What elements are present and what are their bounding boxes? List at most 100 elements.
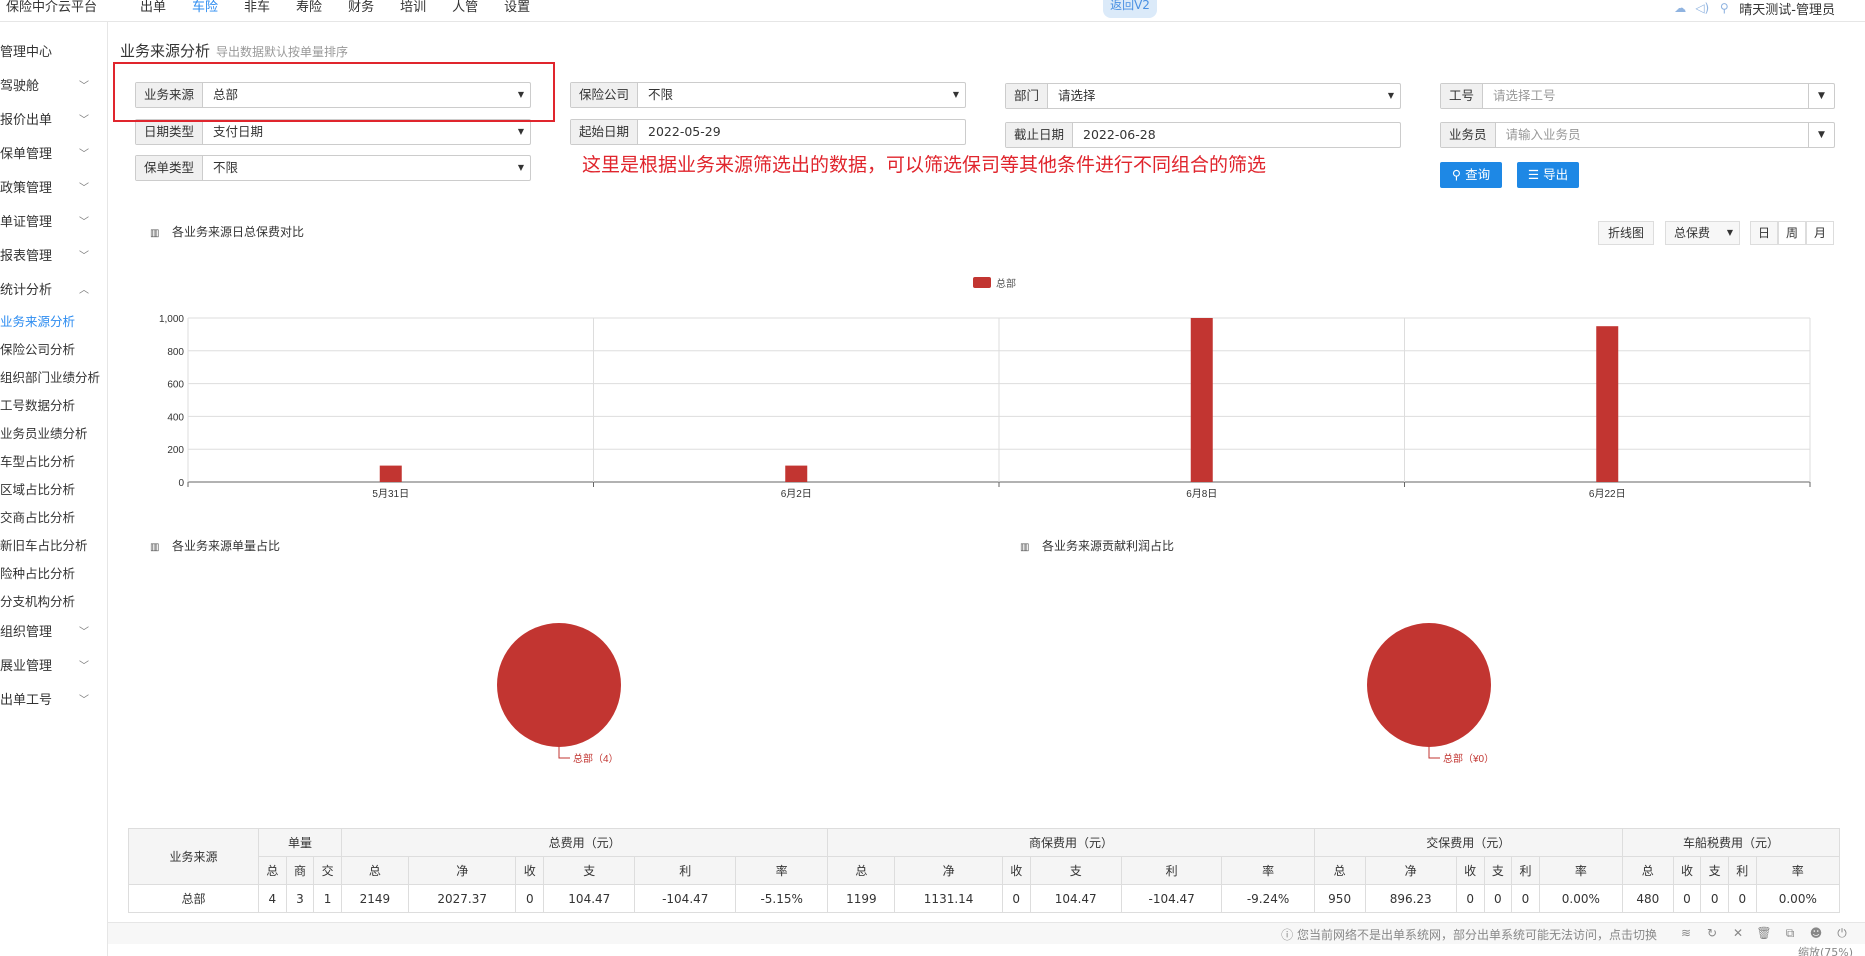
top-nav-item[interactable]: 培训 bbox=[400, 0, 426, 16]
status-icons: ≋ ↻ ✕ 🗑 ⧉ ☻ ⏻ bbox=[1673, 926, 1855, 941]
sidebar-item-label: 报表管理 bbox=[0, 249, 53, 264]
worknum-label: 工号 bbox=[1441, 84, 1484, 108]
bar-chart-icon: ▥ bbox=[150, 542, 160, 553]
sidebar-item-label: 统计分析 bbox=[0, 283, 53, 298]
period-week-button[interactable]: 周 bbox=[1778, 221, 1806, 245]
user-icon: ⚲ bbox=[1719, 1, 1729, 15]
insurer-select[interactable]: 保险公司 不限 ▼ bbox=[570, 82, 966, 108]
dept-label: 部门 bbox=[1006, 84, 1049, 108]
date-type-select[interactable]: 日期类型 支付日期 ▼ bbox=[135, 119, 531, 145]
copy-icon[interactable]: ⧉ bbox=[1777, 926, 1803, 941]
sidebar-item[interactable]: 报表管理 ﹀ bbox=[0, 240, 107, 274]
sidebar-subitem[interactable]: 保险公司分析 bbox=[0, 336, 107, 364]
speaker-icon[interactable]: ◁) bbox=[1691, 1, 1713, 15]
top-nav-item[interactable]: 出单 bbox=[140, 0, 166, 16]
trash-icon[interactable]: 🗑 bbox=[1751, 926, 1777, 941]
pie-slice[interactable] bbox=[1367, 623, 1491, 747]
sidebar-subitem[interactable]: 新旧车占比分析 bbox=[0, 532, 107, 560]
caret-down-icon: ▼ bbox=[517, 127, 524, 136]
y-tick-label: 600 bbox=[167, 380, 184, 391]
pie-slice[interactable] bbox=[497, 623, 621, 747]
bar[interactable] bbox=[379, 465, 402, 482]
date-type-value-wrap: 支付日期 ▼ bbox=[203, 120, 530, 144]
cloud-icon[interactable]: ☁ bbox=[1669, 1, 1691, 15]
bar[interactable] bbox=[785, 465, 808, 482]
power-icon[interactable]: ⏻ bbox=[1829, 926, 1855, 941]
brand-title: 保险中介云平台 bbox=[6, 0, 98, 15]
insurer-label: 保险公司 bbox=[571, 83, 639, 107]
top-nav-item[interactable]: 车险 bbox=[192, 0, 218, 16]
top-nav-item[interactable]: 寿险 bbox=[296, 0, 322, 16]
sidebar-item-label: 保单管理 bbox=[0, 147, 53, 162]
top-nav-item[interactable]: 人管 bbox=[452, 0, 478, 16]
refresh-icon[interactable]: ↻ bbox=[1699, 926, 1725, 941]
sidebar-item[interactable]: 驾驶舱 ﹀ bbox=[0, 70, 107, 104]
sidebar-subitem[interactable]: 区域占比分析 bbox=[0, 476, 107, 504]
sidebar-subitem[interactable]: 交商占比分析 bbox=[0, 504, 107, 532]
top-nav-item[interactable]: 设置 bbox=[504, 0, 530, 16]
network-message[interactable]: ⓘ 您当前网络不是出单系统网，部分出单系统可能无法访问，点击切换 bbox=[1281, 926, 1657, 943]
end-date-field[interactable]: 截止日期 2022-06-28 bbox=[1005, 122, 1401, 148]
chevron-down-icon: ﹀ bbox=[79, 183, 89, 194]
chevron-down-icon: ﹀ bbox=[79, 81, 89, 92]
table-cell: -5.15% bbox=[735, 884, 829, 913]
export-button[interactable]: ☰ 导出 bbox=[1517, 162, 1579, 188]
table-cell: 0.00% bbox=[1538, 884, 1623, 913]
dept-select[interactable]: 部门 请选择 ▼ bbox=[1005, 83, 1401, 109]
data-table: 业务来源 单量 总费用（元） 商保费用（元） 交保费用（元） 车船税费用（元）总商交总净收… bbox=[128, 828, 1841, 913]
close-icon[interactable]: ✕ bbox=[1725, 926, 1751, 941]
table-cell: 0.00% bbox=[1755, 884, 1841, 913]
salesman-field[interactable]: 业务员 请输入业务员 ▼ bbox=[1440, 122, 1835, 148]
start-date-field[interactable]: 起始日期 2022-05-29 bbox=[570, 119, 966, 145]
user-name[interactable]: 晴天测试-管理员 bbox=[1739, 0, 1835, 18]
back-v2-button[interactable]: 返回V2 bbox=[1103, 0, 1157, 18]
bar[interactable] bbox=[1190, 318, 1213, 482]
sidebar-subitem[interactable]: 工号数据分析 bbox=[0, 392, 107, 420]
sidebar-item-label: 组织管理 bbox=[0, 625, 53, 640]
period-day-button[interactable]: 日 bbox=[1750, 221, 1778, 245]
wifi-icon[interactable]: ≋ bbox=[1673, 926, 1699, 941]
table-cell: 3 bbox=[285, 884, 315, 913]
worknum-select[interactable]: 工号 请选择工号 ▼ bbox=[1440, 83, 1835, 109]
sidebar-item[interactable]: 出单工号 ﹀ bbox=[0, 684, 107, 718]
sidebar-subitem[interactable]: 业务来源分析 bbox=[0, 308, 107, 336]
table-subheader: 净 bbox=[1364, 856, 1457, 885]
table-cell: 104.47 bbox=[543, 884, 636, 913]
sidebar-item[interactable]: 统计分析 ︿ bbox=[0, 274, 107, 308]
sidebar-item[interactable]: 政策管理 ﹀ bbox=[0, 172, 107, 206]
caret-down-icon: ▼ bbox=[1726, 228, 1733, 237]
policy-type-select[interactable]: 保单类型 不限 ▼ bbox=[135, 155, 531, 181]
bar[interactable] bbox=[1596, 326, 1619, 482]
sidebar-item[interactable]: 管理中心 bbox=[0, 36, 107, 70]
sidebar-subitem[interactable]: 组织部门业绩分析 bbox=[0, 364, 107, 392]
daily-title-text: 各业务来源日总保费对比 bbox=[172, 225, 305, 239]
table-cell: 104.47 bbox=[1029, 884, 1122, 913]
top-nav-item[interactable]: 非车 bbox=[244, 0, 270, 16]
line-chart-toggle[interactable]: 折线图 bbox=[1598, 221, 1654, 245]
sidebar-item[interactable]: 报价出单 ﹀ bbox=[0, 104, 107, 138]
top-nav-item[interactable]: 财务 bbox=[348, 0, 374, 16]
sidebar-item[interactable]: 保单管理 ﹀ bbox=[0, 138, 107, 172]
sidebar-subitem[interactable]: 业务员业绩分析 bbox=[0, 420, 107, 448]
caret-down-icon[interactable]: ▼ bbox=[1808, 84, 1834, 108]
query-button[interactable]: ⚲ 查询 bbox=[1440, 162, 1502, 188]
sidebar-subitem[interactable]: 险种占比分析 bbox=[0, 560, 107, 588]
caret-down-icon: ▼ bbox=[952, 90, 959, 99]
sidebar-subitem[interactable]: 车型占比分析 bbox=[0, 448, 107, 476]
bar-chart-icon: ▥ bbox=[1020, 542, 1030, 553]
table-cell: 2149 bbox=[340, 884, 409, 913]
zoom-level[interactable]: 缩放(75%) bbox=[1798, 946, 1853, 956]
sidebar-item[interactable]: 组织管理 ﹀ bbox=[0, 616, 107, 650]
table-cell: 总部 bbox=[128, 884, 259, 913]
sidebar-item[interactable]: 展业管理 ﹀ bbox=[0, 650, 107, 684]
x-tick-label: 6月8日 bbox=[1186, 488, 1217, 500]
group-icon[interactable]: ☻ bbox=[1803, 926, 1829, 941]
sidebar-item[interactable]: 单证管理 ﹀ bbox=[0, 206, 107, 240]
insurer-value: 不限 bbox=[648, 87, 674, 102]
metric-select[interactable]: 总保费 ▼ bbox=[1665, 221, 1740, 245]
sidebar-subitem[interactable]: 分支机构分析 bbox=[0, 588, 107, 616]
table-subheader: 支 bbox=[1029, 856, 1122, 885]
profit-share-pie-chart: 总部（¥0） bbox=[1367, 623, 1494, 765]
period-month-button[interactable]: 月 bbox=[1806, 221, 1834, 245]
caret-down-icon[interactable]: ▼ bbox=[1808, 123, 1834, 147]
